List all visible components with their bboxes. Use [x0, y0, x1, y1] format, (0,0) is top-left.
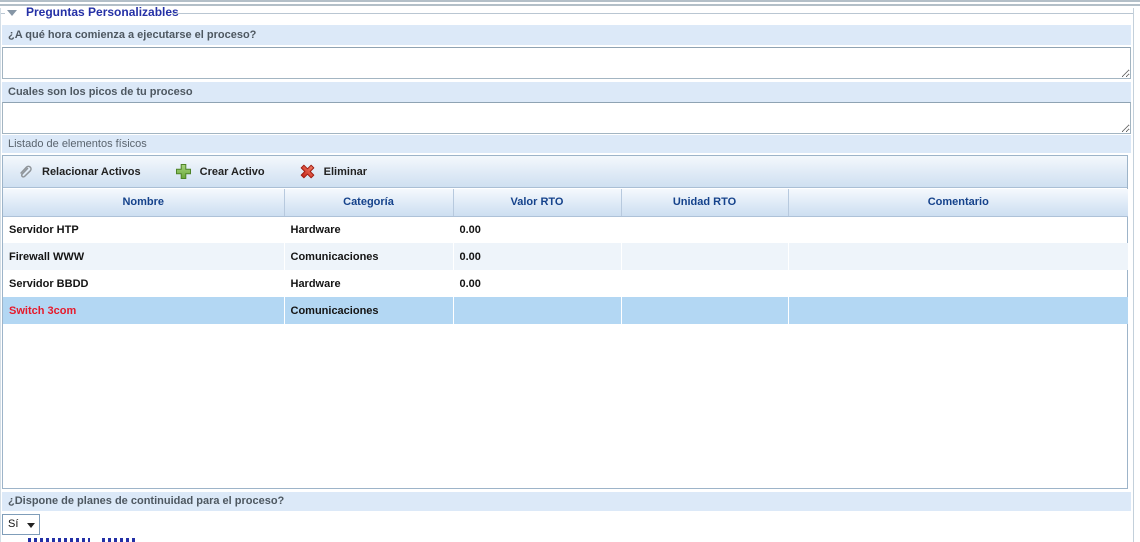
- table-row-servidor-htp[interactable]: Servidor HTP Hardware 0.00: [3, 216, 1128, 243]
- fieldset-header: Preguntas Personalizables: [0, 5, 1140, 21]
- cell-valor-rto: 0.00: [453, 270, 621, 297]
- fieldset-right-border: [1133, 8, 1134, 542]
- chevron-down-icon: [27, 523, 35, 528]
- delete-icon: [299, 163, 316, 180]
- plus-icon: [175, 163, 192, 180]
- answer-textarea-start-time[interactable]: [2, 47, 1131, 79]
- continuity-select-value: Sí: [8, 518, 18, 530]
- create-asset-button[interactable]: Crear Activo: [171, 160, 269, 183]
- fieldset-border-line: [172, 13, 1134, 14]
- cell-valor-rto: [453, 297, 621, 324]
- cell-unidad-rto: [621, 243, 788, 270]
- delete-button[interactable]: Eliminar: [295, 160, 371, 183]
- cell-nombre-alert: Switch 3com: [3, 297, 284, 324]
- cell-categoria: Hardware: [284, 270, 453, 297]
- customizable-questions-panel: Preguntas Personalizables ¿A qué hora co…: [0, 0, 1140, 542]
- cell-comentario: [788, 297, 1128, 324]
- create-asset-label: Crear Activo: [200, 166, 265, 178]
- cell-categoria: Hardware: [284, 216, 453, 243]
- cell-nombre: Servidor BBDD: [3, 270, 284, 297]
- column-header-valor-rto[interactable]: Valor RTO: [453, 189, 621, 216]
- top-divider-line: [0, 0, 1140, 2]
- delete-label: Eliminar: [324, 166, 367, 178]
- cell-categoria: Comunicaciones: [284, 297, 453, 324]
- assets-grid-panel: Relacionar Activos Crear Activo: [2, 155, 1128, 489]
- continuity-question-label: ¿Dispone de planes de continuidad para e…: [2, 492, 1131, 511]
- assets-grid-toolbar: Relacionar Activos Crear Activo: [3, 156, 1127, 188]
- answer-textarea-process-peaks[interactable]: [2, 102, 1131, 134]
- table-row-firewall-www[interactable]: Firewall WWW Comunicaciones 0.00: [3, 243, 1128, 270]
- cell-unidad-rto: [621, 216, 788, 243]
- physical-elements-list-label: Listado de elementos físicos: [2, 135, 1131, 153]
- cell-comentario: [788, 270, 1128, 297]
- question-label-start-time: ¿A qué hora comienza a ejecutarse el pro…: [2, 25, 1131, 45]
- table-row-servidor-bbdd[interactable]: Servidor BBDD Hardware 0.00: [3, 270, 1128, 297]
- table-row-switch-3com-selected[interactable]: Switch 3com Comunicaciones: [3, 297, 1128, 324]
- paperclip-icon: [17, 163, 34, 180]
- fieldset-border-segment: [1, 13, 5, 14]
- cell-valor-rto: 0.00: [453, 243, 621, 270]
- assets-table-header-row: Nombre Categoría Valor RTO Unidad RTO Co…: [3, 189, 1128, 216]
- question-label-process-peaks: Cuales son los picos de tu proceso: [2, 82, 1131, 102]
- column-header-comentario[interactable]: Comentario: [788, 189, 1128, 216]
- cell-unidad-rto: [621, 297, 788, 324]
- fieldset-left-border: [0, 8, 1, 542]
- column-header-unidad-rto[interactable]: Unidad RTO: [621, 189, 788, 216]
- cell-valor-rto: 0.00: [453, 216, 621, 243]
- column-header-categoria[interactable]: Categoría: [284, 189, 453, 216]
- cell-nombre: Firewall WWW: [3, 243, 284, 270]
- cell-categoria: Comunicaciones: [284, 243, 453, 270]
- cell-unidad-rto: [621, 270, 788, 297]
- fieldset-legend[interactable]: Preguntas Personalizables: [26, 5, 179, 19]
- cutoff-next-section-legend: [28, 538, 158, 542]
- collapse-arrow-icon[interactable]: [7, 10, 17, 16]
- cell-comentario: [788, 243, 1128, 270]
- relate-assets-button[interactable]: Relacionar Activos: [13, 160, 145, 183]
- relate-assets-label: Relacionar Activos: [42, 166, 141, 178]
- continuity-select[interactable]: Sí: [2, 514, 40, 535]
- cell-nombre: Servidor HTP: [3, 216, 284, 243]
- assets-table: Nombre Categoría Valor RTO Unidad RTO Co…: [3, 189, 1128, 324]
- column-header-nombre[interactable]: Nombre: [3, 189, 284, 216]
- cell-comentario: [788, 216, 1128, 243]
